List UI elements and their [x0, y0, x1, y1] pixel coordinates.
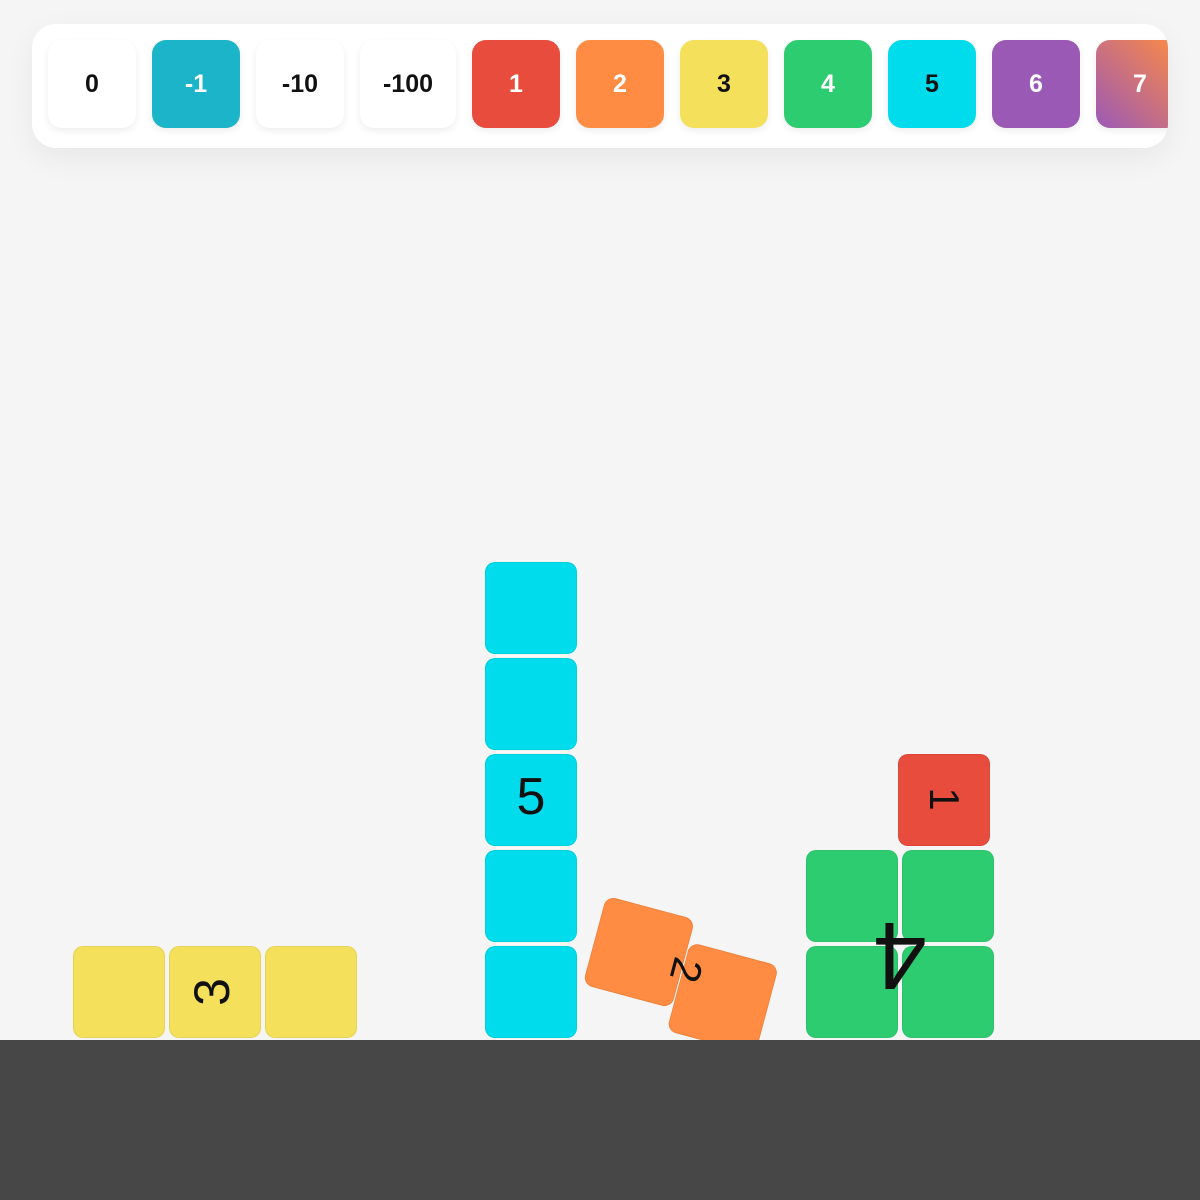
five-block-cube-1[interactable]: [485, 562, 577, 654]
play-area[interactable]: 35241: [0, 0, 1200, 1200]
five-block-cube-4[interactable]: [485, 850, 577, 942]
three-block-label: 3: [184, 978, 240, 1006]
five-block-label: 5: [516, 768, 546, 826]
four-block-label: 4: [873, 902, 927, 1009]
one-block-label: 1: [921, 787, 968, 811]
five-block-cube-5[interactable]: [485, 946, 577, 1038]
ground: [0, 1040, 1200, 1200]
three-block-cube-3[interactable]: [265, 946, 357, 1038]
